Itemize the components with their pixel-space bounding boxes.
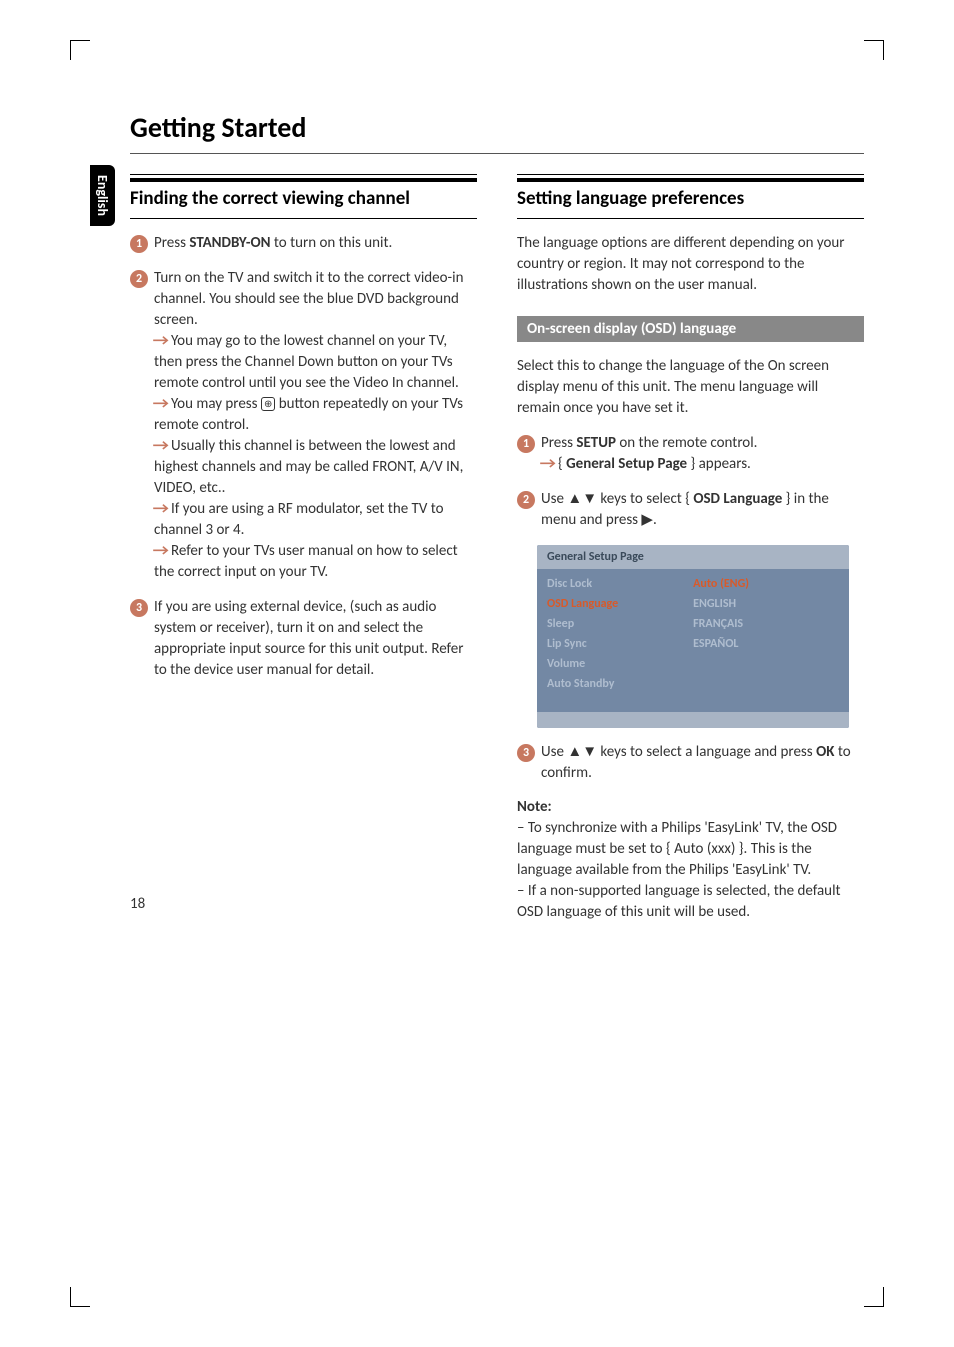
text: Turn on the TV and switch it to the corr…	[154, 269, 463, 329]
step-1: 1 Press STANDBY-ON to turn on this unit.	[130, 233, 477, 254]
menu-footer	[537, 712, 849, 728]
menu-item: Sleep	[547, 614, 693, 634]
text: Press	[541, 434, 576, 452]
step-number-icon: 2	[517, 491, 535, 509]
left-column: Finding the correct viewing channel 1 Pr…	[130, 174, 477, 923]
button-name: STANDBY-ON	[189, 234, 270, 252]
crop-mark	[70, 1287, 90, 1307]
text: Use ▲▼ keys to select {	[541, 490, 693, 508]
step-number-icon: 1	[517, 435, 535, 453]
sub-heading: On-screen display (OSD) language	[517, 316, 864, 342]
text: to turn on this unit.	[271, 234, 393, 252]
text: Refer to your TVs user manual on how to …	[154, 542, 458, 581]
menu-item: Disc Lock	[547, 574, 693, 594]
note-label: Note:	[517, 798, 864, 816]
menu-item: ENGLISH	[693, 594, 839, 614]
text: Usually this channel is between the lowe…	[154, 437, 463, 497]
menu-left-list: Disc LockOSD LanguageSleepLip SyncVolume…	[547, 574, 693, 694]
step-number-icon: 1	[130, 235, 148, 253]
step-2: 2 Use ▲▼ keys to select { OSD Language }…	[517, 489, 864, 531]
crop-mark	[864, 1287, 884, 1307]
menu-item: Lip Sync	[547, 634, 693, 654]
osd-menu-screenshot: General Setup Page Disc LockOSD Language…	[537, 545, 849, 728]
menu-name: OSD Language	[693, 490, 782, 508]
step-3: 3 If you are using external device, (suc…	[130, 597, 477, 681]
right-column: Setting language preferences The languag…	[517, 174, 864, 923]
menu-item: ESPAÑOL	[693, 634, 839, 654]
arrow-icon: →	[153, 331, 169, 352]
section-header: Setting language preferences	[517, 174, 864, 219]
sub-intro-text: Select this to change the language of th…	[517, 356, 864, 419]
text: If you are using a RF modulator, set the…	[154, 500, 444, 539]
menu-item: OSD Language	[547, 594, 693, 614]
step-number-icon: 3	[517, 744, 535, 762]
section-heading: Setting language preferences	[517, 188, 864, 211]
menu-name: General Setup Page	[566, 455, 687, 473]
step-number-icon: 3	[130, 599, 148, 617]
menu-item: FRANÇAIS	[693, 614, 839, 634]
menu-item: Auto Standby	[547, 674, 693, 694]
section-header: Finding the correct viewing channel	[130, 174, 477, 219]
intro-text: The language options are different depen…	[517, 233, 864, 296]
divider	[130, 153, 864, 154]
page-number: 18	[130, 895, 145, 913]
arrow-icon: →	[153, 541, 169, 562]
step-3: 3 Use ▲▼ keys to select a language and p…	[517, 742, 864, 784]
menu-title: General Setup Page	[537, 545, 849, 569]
language-tab: English	[90, 165, 115, 226]
text: } appears.	[687, 455, 751, 473]
text: You may go to the lowest channel on your…	[154, 332, 459, 392]
text: If you are using external device, (such …	[154, 598, 463, 679]
text: You may press	[168, 395, 261, 413]
menu-right-list: Auto (ENG)ENGLISHFRANÇAISESPAÑOL	[693, 574, 839, 694]
menu-item: Auto (ENG)	[693, 574, 839, 594]
step-number-icon: 2	[130, 270, 148, 288]
arrow-icon: →	[153, 499, 169, 520]
text: Press	[154, 234, 189, 252]
arrow-icon: →	[153, 436, 169, 457]
text: on the remote control.	[616, 434, 757, 452]
button-name: OK	[816, 743, 834, 761]
step-1: 1 Press SETUP on the remote control. → {…	[517, 433, 864, 475]
button-name: SETUP	[576, 434, 616, 452]
arrow-icon: →	[540, 454, 556, 475]
section-heading: Finding the correct viewing channel	[130, 188, 477, 211]
text: Use ▲▼ keys to select a language and pre…	[541, 743, 816, 761]
note-body: – To synchronize with a Philips 'EasyLin…	[517, 818, 864, 923]
arrow-icon: →	[153, 394, 169, 415]
step-2: 2 Turn on the TV and switch it to the co…	[130, 268, 477, 583]
av-input-icon: ⊕	[261, 397, 275, 411]
menu-item: Volume	[547, 654, 693, 674]
page-title: Getting Started	[130, 110, 864, 145]
